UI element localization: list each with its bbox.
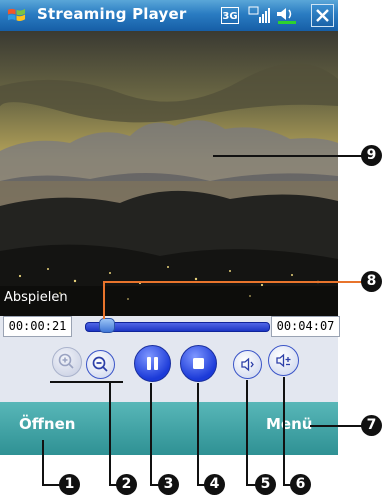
callout-line-4 <box>197 383 199 486</box>
video-frame <box>0 31 338 316</box>
zoom-out-button[interactable] <box>86 350 115 379</box>
callout-7: 7 <box>361 415 382 436</box>
stop-button[interactable] <box>180 345 217 382</box>
callout-line-9 <box>213 155 363 157</box>
zoom-out-icon <box>92 356 108 372</box>
close-button[interactable] <box>311 4 334 27</box>
network-3g-icon[interactable]: 3G <box>221 7 239 24</box>
callout-line-2h <box>50 381 123 383</box>
stop-icon <box>193 358 204 369</box>
app-title: Streaming Player <box>37 5 187 23</box>
callout-9: 9 <box>361 145 382 166</box>
title-bar: Streaming Player 3G <box>0 0 338 31</box>
callout-line-3 <box>150 383 152 486</box>
video-display[interactable] <box>0 31 338 316</box>
callout-6: 6 <box>290 474 311 495</box>
pause-icon <box>147 357 158 370</box>
seek-thumb[interactable] <box>98 318 115 333</box>
signal-strength-icon[interactable] <box>248 6 270 24</box>
device-screen: Streaming Player 3G Abspielen 00:00:21 0… <box>0 0 340 455</box>
elapsed-time: 00:00:21 <box>3 316 72 337</box>
volume-down-button[interactable] <box>233 350 262 379</box>
total-time: 00:04:07 <box>271 316 340 337</box>
volume-up-button[interactable] <box>268 345 299 376</box>
volume-down-icon <box>241 357 254 372</box>
zoom-in-icon <box>58 353 74 369</box>
callout-2: 2 <box>116 474 137 495</box>
callout-5: 5 <box>255 474 276 495</box>
callout-line-8 <box>103 281 363 283</box>
speaker-volume-icon[interactable] <box>275 6 299 24</box>
pause-button[interactable] <box>134 345 171 382</box>
menu-softkey[interactable]: Menü <box>266 415 312 433</box>
callout-3: 3 <box>158 474 179 495</box>
callout-line-1 <box>42 440 44 486</box>
playback-status: Abspielen <box>4 290 68 305</box>
volume-up-icon <box>276 353 291 368</box>
callout-line-5 <box>246 380 248 486</box>
close-icon <box>316 9 329 22</box>
callout-8: 8 <box>361 271 382 292</box>
callout-4: 4 <box>204 474 225 495</box>
windows-start-icon[interactable] <box>7 6 26 25</box>
open-softkey[interactable]: Öffnen <box>19 415 75 433</box>
zoom-in-button[interactable] <box>52 347 82 377</box>
callout-1: 1 <box>59 474 80 495</box>
callout-line-7 <box>310 425 362 427</box>
callout-line-8-drop <box>103 281 105 319</box>
callout-line-2 <box>109 381 111 486</box>
callout-line-6 <box>283 377 285 486</box>
